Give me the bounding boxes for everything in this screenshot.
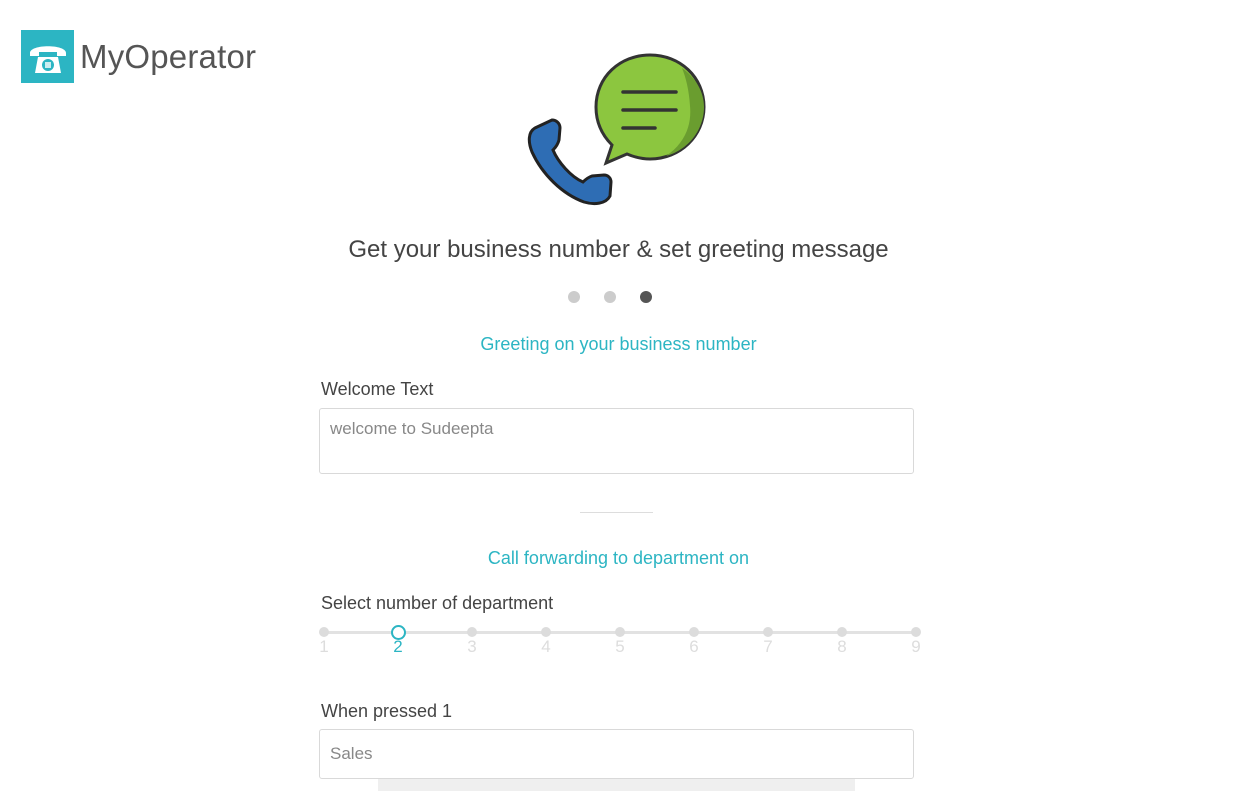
slider-tick-label: 1 <box>319 637 329 656</box>
slider-tick-dot[interactable] <box>467 627 477 637</box>
slider-tick-dot[interactable] <box>763 627 773 637</box>
slider-tick-label: 9 <box>911 637 921 656</box>
welcome-text-label: Welcome Text <box>321 379 434 399</box>
slider-tick-dot[interactable] <box>837 627 847 637</box>
slider-tick-dot[interactable] <box>541 627 551 637</box>
step-dot-active[interactable] <box>640 291 652 303</box>
telephone-icon <box>21 30 74 83</box>
step-dot[interactable] <box>568 291 580 303</box>
slider-tick-label: 4 <box>541 637 551 656</box>
slider-tick-dot[interactable] <box>911 627 921 637</box>
slider-tick-label: 3 <box>467 637 477 656</box>
slider-tick-dot[interactable] <box>319 627 329 637</box>
forwarding-heading: Call forwarding to department on <box>487 548 750 568</box>
brand-logo: MyOperator <box>21 30 256 83</box>
pressed-1-input[interactable]: Sales <box>319 729 914 779</box>
slider-tick-label: 7 <box>763 637 773 656</box>
department-count-slider[interactable]: 1 2 3 4 5 6 7 8 9 <box>319 624 921 664</box>
slider-tick-label: 6 <box>689 637 699 656</box>
department-count-label: Select number of department <box>321 593 554 613</box>
pressed-1-label: When pressed 1 <box>321 701 453 721</box>
slider-tick-dot[interactable] <box>615 627 625 637</box>
section-divider <box>580 512 653 513</box>
onboarding-page: MyOperator Get your business number & se… <box>0 0 1237 791</box>
brand-name: MyOperator <box>80 37 257 75</box>
slider-tick-label: 5 <box>615 637 625 656</box>
next-section-placeholder <box>378 779 855 791</box>
step-indicator <box>568 291 652 303</box>
slider-tick-label: 2 <box>393 637 403 656</box>
phone-handset-icon <box>527 118 613 206</box>
welcome-text-input[interactable]: welcome to Sudeepta <box>319 408 914 474</box>
slider-tick-dot[interactable] <box>689 627 699 637</box>
chat-bubble-icon <box>594 53 706 166</box>
page-title: Get your business number & set greeting … <box>348 236 889 263</box>
slider-tick-label: 8 <box>837 637 847 656</box>
step-dot[interactable] <box>604 291 616 303</box>
hero-illustration <box>526 50 710 211</box>
greeting-heading: Greeting on your business number <box>480 334 757 354</box>
